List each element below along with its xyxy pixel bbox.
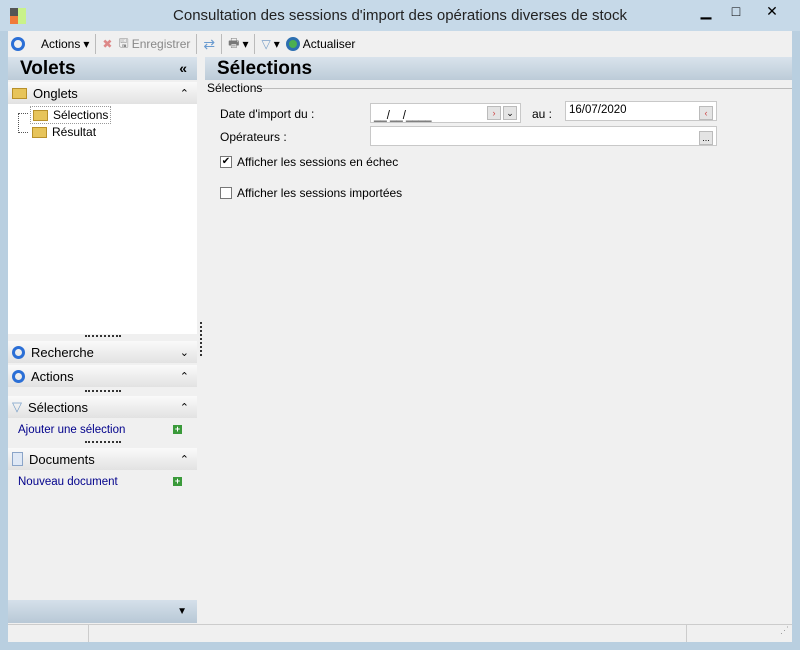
dropdown-button[interactable]: ⌄ xyxy=(503,106,517,120)
chevron-down-icon: ▾ xyxy=(242,37,249,51)
window-title: Consultation des sessions d'import des o… xyxy=(173,7,627,24)
chevron-up-icon[interactable]: ⌃ xyxy=(180,401,189,414)
status-cell xyxy=(89,625,687,642)
collapse-panel-button[interactable]: « xyxy=(179,57,187,80)
print-button[interactable]: 🖶 ▾ xyxy=(228,34,248,55)
actions-label: Actions xyxy=(41,37,81,51)
maximize-button[interactable]: □ xyxy=(720,1,752,21)
date-from-field[interactable]: __/__/____ › ⌄ xyxy=(370,103,521,123)
save-icon: 🖫 xyxy=(118,35,129,50)
calendar-next-icon[interactable]: › xyxy=(487,106,501,120)
add-selection-link[interactable]: Ajouter une sélection xyxy=(18,424,125,436)
date-to-field[interactable]: 16/07/2020 ‹ xyxy=(565,101,717,121)
plus-icon[interactable]: + xyxy=(173,425,182,434)
splitter[interactable] xyxy=(85,335,121,337)
new-document-link[interactable]: Nouveau document xyxy=(18,476,118,488)
section-label: Sélections xyxy=(28,399,88,415)
section-selections[interactable]: ▽ Sélections ⌃ xyxy=(8,396,197,418)
separator xyxy=(95,34,97,54)
section-label: Actions xyxy=(31,368,74,384)
plus-icon[interactable]: + xyxy=(173,477,182,486)
refresh-label: Actualiser xyxy=(302,37,356,51)
section-documents[interactable]: Documents ⌃ xyxy=(8,448,197,470)
checkbox-checked[interactable]: ✔ xyxy=(220,156,232,168)
checkbox-unchecked[interactable] xyxy=(220,187,232,199)
close-button[interactable]: ✕ xyxy=(752,1,792,21)
circle-icon xyxy=(12,345,25,359)
checkbox-imported-sessions[interactable]: Afficher les sessions importées xyxy=(220,186,402,200)
filter-icon: ▽ xyxy=(261,37,271,51)
actions-circle-icon xyxy=(11,37,25,51)
status-cell xyxy=(8,625,89,642)
operators-value xyxy=(374,129,699,143)
open-folder-icon xyxy=(33,109,48,121)
splitter[interactable] xyxy=(85,390,121,392)
separator xyxy=(221,34,223,54)
section-label: Onglets xyxy=(33,85,78,101)
date-to-value: 16/07/2020 xyxy=(569,104,627,116)
chevron-down-icon: ▾ xyxy=(83,37,90,51)
date-label: Date d'import du : xyxy=(220,107,315,121)
chevron-up-icon[interactable]: ⌃ xyxy=(180,370,189,383)
separator xyxy=(254,34,256,54)
chevron-down-icon: ▾ xyxy=(273,37,280,51)
save-label: Enregistrer xyxy=(131,37,191,51)
filter-icon: ▽ xyxy=(12,399,22,414)
date-from-value: __/__/____ xyxy=(374,109,432,122)
tree-item-resultat[interactable]: Résultat xyxy=(32,125,96,139)
splitter[interactable] xyxy=(85,441,121,443)
panel-title: Volets « xyxy=(8,57,197,80)
section-onglets[interactable]: Onglets ⌃ xyxy=(8,82,197,104)
refresh-button[interactable]: Actualiser xyxy=(285,37,356,51)
group-title: Sélections xyxy=(207,81,263,95)
tree-label: Sélections xyxy=(53,108,109,122)
calendar-prev-icon[interactable]: ‹ xyxy=(699,106,713,120)
tree-line xyxy=(18,113,28,133)
chevron-up-icon[interactable]: ⌃ xyxy=(180,453,189,466)
status-bar: ⋰ xyxy=(8,624,792,642)
toolbar: Actions ▾ ✖ 🖫 Enregistrer ⇄ 🖶 ▾ ▽ ▾ Actualis… xyxy=(8,31,792,57)
group-line xyxy=(255,88,792,89)
panel-title-text: Volets xyxy=(20,58,76,79)
operators-label: Opérateurs : xyxy=(220,130,287,144)
checkbox-failed-sessions[interactable]: ✔ Afficher les sessions en échec xyxy=(220,155,398,169)
operators-field[interactable]: ... xyxy=(370,126,717,146)
refresh-icon xyxy=(285,37,300,51)
minimize-button[interactable]: ▁ xyxy=(690,1,722,21)
document-icon xyxy=(12,452,23,466)
folder-icon xyxy=(12,87,27,99)
delete-icon[interactable]: ✖ xyxy=(102,37,112,51)
tree-label: Résultat xyxy=(52,125,97,139)
au-label: au : xyxy=(532,107,553,121)
actions-menu-button[interactable]: Actions ▾ xyxy=(41,37,89,51)
section-label: Recherche xyxy=(31,344,94,360)
section-recherche[interactable]: Recherche ⌄ xyxy=(8,341,197,363)
tree-line xyxy=(18,113,28,114)
circle-icon xyxy=(12,369,25,383)
checkbox-label: Afficher les sessions importées xyxy=(237,186,403,200)
browse-button[interactable]: ... xyxy=(699,131,713,145)
tree-item-selections[interactable]: Sélections xyxy=(30,106,112,124)
tabs-tree: Sélections Résultat xyxy=(8,104,197,334)
folder-icon xyxy=(32,126,47,138)
save-button[interactable]: 🖫 Enregistrer xyxy=(118,34,190,55)
panel-footer-menu[interactable]: ▼ xyxy=(8,600,197,623)
resize-grip-icon[interactable]: ⋰ xyxy=(687,625,792,642)
panel-splitter[interactable] xyxy=(200,322,202,356)
section-actions[interactable]: Actions ⌃ xyxy=(8,365,197,387)
chevron-down-icon[interactable]: ⌄ xyxy=(180,346,189,359)
printer-icon: 🖶 xyxy=(228,35,240,50)
checkbox-label: Afficher les sessions en échec xyxy=(237,155,399,169)
separator xyxy=(196,34,198,54)
chevron-down-icon: ▼ xyxy=(177,606,187,617)
title-bar: Consultation des sessions d'import des o… xyxy=(0,0,800,31)
section-label: Documents xyxy=(29,451,95,467)
chevron-up-icon[interactable]: ⌃ xyxy=(180,87,189,100)
sync-icon[interactable]: ⇄ xyxy=(203,36,215,53)
main-title: Sélections xyxy=(205,57,792,80)
filter-button[interactable]: ▽ ▾ xyxy=(261,37,279,51)
